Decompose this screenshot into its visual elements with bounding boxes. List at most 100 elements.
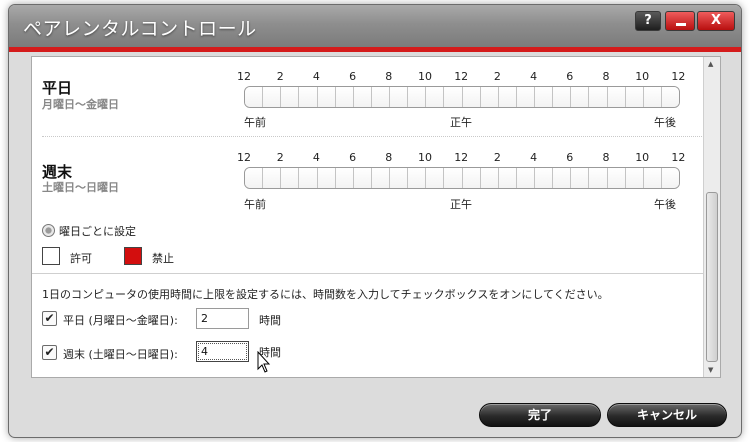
hour-cell[interactable] — [426, 168, 445, 188]
weekday-time-grid[interactable] — [244, 86, 680, 108]
hour-cell[interactable] — [444, 87, 463, 107]
hour-label: 12 — [671, 151, 686, 164]
weekday-hours-unit: 時間 — [259, 314, 281, 327]
hour-label: 4 — [530, 151, 538, 164]
hour-cell[interactable] — [353, 168, 372, 188]
hour-cell[interactable] — [335, 87, 354, 107]
hour-cell[interactable] — [317, 87, 336, 107]
hour-cell[interactable] — [643, 87, 662, 107]
scroll-down-icon[interactable]: ▼ — [708, 366, 713, 374]
hour-label: 4 — [312, 70, 320, 83]
hour-cell[interactable] — [625, 87, 644, 107]
weekday-limit-label: 平日 (月曜日～金曜日): — [63, 314, 178, 327]
hour-label: 12 — [454, 151, 469, 164]
weekend-pm-label: 午後 — [654, 198, 676, 211]
hour-cell[interactable] — [535, 168, 554, 188]
hour-cell[interactable] — [353, 87, 372, 107]
hour-cell[interactable] — [498, 87, 517, 107]
weekend-hours-input[interactable] — [196, 341, 249, 362]
title-bar[interactable]: ペアレンタルコントロール ? X — [9, 5, 741, 47]
hour-label: 8 — [385, 151, 393, 164]
hour-cell[interactable] — [571, 87, 590, 107]
hour-cell[interactable] — [462, 87, 481, 107]
help-button[interactable]: ? — [635, 11, 661, 31]
hour-label: 8 — [385, 70, 393, 83]
hour-cell[interactable] — [661, 168, 679, 188]
hour-cell[interactable] — [553, 87, 572, 107]
allow-legend-swatch — [42, 247, 60, 265]
weekend-noon-label: 正午 — [450, 198, 472, 211]
hour-label: 10 — [418, 151, 432, 164]
hour-cell[interactable] — [281, 168, 300, 188]
hour-cell[interactable] — [390, 87, 409, 107]
hour-cell[interactable] — [607, 168, 626, 188]
mouse-cursor-icon — [257, 351, 271, 373]
hour-cell[interactable] — [498, 168, 517, 188]
hour-cell[interactable] — [299, 168, 318, 188]
hour-cell[interactable] — [245, 168, 264, 188]
allow-legend-label: 許可 — [70, 252, 92, 265]
per-day-radio[interactable] — [42, 224, 55, 237]
weekday-pm-label: 午後 — [654, 116, 676, 129]
weekend-time-grid[interactable] — [244, 167, 680, 189]
hour-label: 10 — [635, 151, 650, 164]
weekend-subtitle: 土曜日～日曜日 — [42, 181, 119, 194]
hour-label: 12 — [237, 70, 251, 83]
hour-label: 2 — [276, 70, 284, 83]
hour-label: 8 — [602, 70, 610, 83]
scroll-up-icon[interactable]: ▲ — [708, 60, 713, 68]
hour-cell[interactable] — [335, 168, 354, 188]
minimize-button[interactable] — [665, 11, 695, 31]
per-day-radio-label[interactable]: 曜日ごとに設定 — [59, 223, 136, 239]
weekend-limit-checkbox[interactable]: ✔ — [42, 345, 57, 360]
hour-cell[interactable] — [390, 168, 409, 188]
weekday-noon-label: 正午 — [450, 116, 472, 129]
hour-cell[interactable] — [661, 87, 679, 107]
weekday-limit-checkbox[interactable]: ✔ — [42, 311, 57, 326]
deny-legend-label: 禁止 — [152, 252, 174, 265]
hour-label: 6 — [349, 151, 357, 164]
hour-cell[interactable] — [444, 168, 463, 188]
hour-cell[interactable] — [245, 87, 264, 107]
hour-cell[interactable] — [589, 168, 608, 188]
hour-cell[interactable] — [408, 168, 427, 188]
hour-cell[interactable] — [553, 168, 572, 188]
hour-cell[interactable] — [281, 87, 300, 107]
hour-cell[interactable] — [625, 168, 644, 188]
hour-cell[interactable] — [607, 87, 626, 107]
hour-cell[interactable] — [643, 168, 662, 188]
hour-cell[interactable] — [589, 87, 608, 107]
scroll-thumb[interactable] — [706, 192, 718, 362]
hour-cell[interactable] — [480, 168, 499, 188]
hour-cell[interactable] — [462, 168, 481, 188]
hour-label: 12 — [671, 70, 686, 83]
hour-cell[interactable] — [516, 87, 535, 107]
hour-label: 4 — [530, 70, 538, 83]
hour-cell[interactable] — [371, 87, 390, 107]
hour-cell[interactable] — [426, 87, 445, 107]
hour-cell[interactable] — [480, 87, 499, 107]
vertical-scrollbar[interactable]: ▲ ▼ — [703, 57, 720, 377]
hour-cell[interactable] — [263, 87, 282, 107]
cancel-button[interactable]: キャンセル — [607, 403, 727, 427]
hour-cell[interactable] — [317, 168, 336, 188]
done-button[interactable]: 完了 — [479, 403, 601, 427]
hour-cell[interactable] — [263, 168, 282, 188]
limit-instruction: 1日のコンピュータの使用時間に上限を設定するには、時間数を入力してチェックボック… — [42, 288, 609, 301]
hour-label: 12 — [454, 70, 469, 83]
window-title: ペアレンタルコントロール — [23, 18, 257, 40]
hour-cell[interactable] — [571, 168, 590, 188]
hour-label: 2 — [276, 151, 284, 164]
hour-label: 10 — [418, 70, 432, 83]
weekday-hours-input[interactable] — [196, 308, 249, 329]
hour-cell[interactable] — [371, 168, 390, 188]
hour-cell[interactable] — [535, 87, 554, 107]
weekend-am-label: 午前 — [244, 198, 266, 211]
close-button[interactable]: X — [697, 11, 735, 31]
hour-label: 12 — [237, 151, 251, 164]
section-divider — [32, 273, 704, 274]
hour-label: 6 — [566, 151, 574, 164]
hour-cell[interactable] — [299, 87, 318, 107]
hour-cell[interactable] — [516, 168, 535, 188]
hour-cell[interactable] — [408, 87, 427, 107]
